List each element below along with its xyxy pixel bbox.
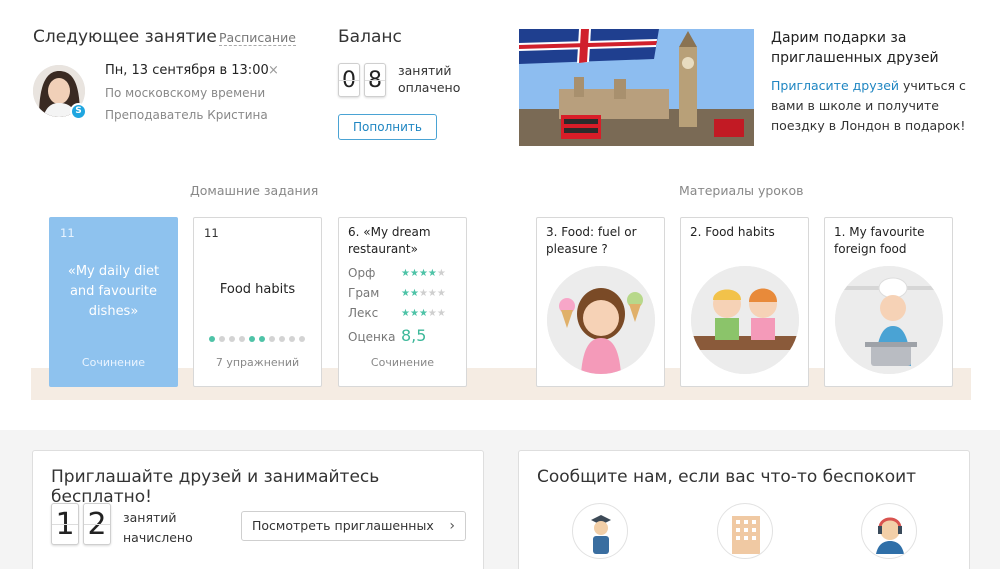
chef-boy-illustration [835,266,943,374]
kids-eating-illustration [691,266,799,374]
progress-dot [249,336,255,342]
star-empty-icon: ★ [427,288,437,299]
progress-dot [259,336,265,342]
homework-card[interactable]: 11 Food habits 7 упражнений [193,217,322,387]
lesson-timezone: По московскому времени [105,86,266,100]
balance-caption-line2: оплачено [398,80,461,95]
rating-stars: ★★★★★ [401,288,446,299]
promo-text: Пригласите друзей учиться с вами в школе… [771,76,996,136]
accrued-caption-line1: занятий [123,510,177,525]
material-card[interactable]: 2. Food habits [680,217,809,387]
progress-dot [219,336,225,342]
material-title: 1. My favourite foreign food [834,225,925,256]
schedule-link[interactable]: Расписание [219,31,296,46]
progress-dot [299,336,305,342]
balance-digit: 8 [364,63,386,97]
london-promo-image[interactable] [519,29,754,146]
star-filled-icon: ★ [401,268,410,279]
next-lesson-title: Следующее занятие [33,27,217,47]
homework-card[interactable]: 6. «My dream restaurant» Орф ★★★★★ Грам … [338,217,467,387]
star-filled-icon: ★ [427,268,437,279]
invite-box-title: Приглашайте друзей и занимайтесь бесплат… [51,467,380,507]
star-empty-icon: ★ [427,308,437,319]
materials-section-label: Материалы уроков [679,183,804,198]
accrued-digit: 1 [51,503,79,545]
skype-icon[interactable]: S [70,103,87,120]
balance-caption: занятий оплачено [398,62,460,96]
material-card[interactable]: 3. Food: fuel or pleasure ? [536,217,665,387]
building-icon[interactable] [717,503,773,559]
score-value: 8,5 [401,326,427,345]
material-title: 2. Food habits [690,225,775,239]
homework-topic: Food habits [219,282,296,297]
homework-topic: «My daily diet and favourite dishes» [67,264,160,319]
star-filled-icon: ★ [401,288,410,299]
star-filled-icon: ★ [409,268,419,279]
homework-exercise-count: 7 упражнений [215,356,300,369]
cancel-lesson-icon[interactable]: × [268,63,279,78]
chevron-right-icon: › [449,518,455,534]
star-filled-icon: ★ [418,268,428,279]
rating-stars: ★★★★★ [401,268,446,279]
homework-type: Сочинение [370,356,435,369]
dashboard-panel: Следующее занятие Расписание S Пн, 13 се… [0,0,1000,430]
accrued-caption-line2: начислено [123,530,193,545]
star-empty-icon: ★ [418,288,428,299]
teacher-icon[interactable] [572,503,628,559]
homework-lesson-number: 11 [204,226,219,240]
rating-stars: ★★★★★ [401,308,446,319]
star-empty-icon: ★ [436,288,446,299]
accrued-caption: занятий начислено [123,508,193,548]
progress-dot [229,336,235,342]
view-invited-label: Посмотреть приглашенных [252,518,434,533]
rating-label: Грам [348,286,380,300]
star-filled-icon: ★ [409,308,419,319]
progress-dot [269,336,275,342]
progress-dot [289,336,295,342]
score-label: Оценка [348,330,396,344]
rating-label: Лекс [348,306,379,320]
homework-topic: 6. «My dream restaurant» [348,225,431,256]
homework-section-label: Домашние задания [190,183,319,198]
accrued-digit: 2 [83,503,111,545]
balance-digit: 0 [338,63,360,97]
progress-dot [239,336,245,342]
view-invited-button[interactable]: Посмотреть приглашенных › [241,511,466,541]
balance-title: Баланс [338,27,402,47]
material-card[interactable]: 1. My favourite foreign food [824,217,953,387]
homework-type: Сочинение [81,356,146,369]
star-empty-icon: ★ [436,268,446,279]
homework-lesson-number: 11 [60,226,75,240]
exercise-progress-dots [209,336,305,342]
progress-dot [209,336,215,342]
promo-title: Дарим подарки за приглашенных друзей [771,30,939,66]
feedback-box: Сообщите нам, если вас что-то беспокоит [518,450,970,569]
refill-button[interactable]: Пополнить [338,114,437,140]
invite-friends-link[interactable]: Пригласите друзей [771,78,899,93]
star-empty-icon: ★ [436,308,446,319]
star-filled-icon: ★ [418,308,428,319]
invite-friends-box: Приглашайте друзей и занимайтесь бесплат… [32,450,484,569]
lesson-date: Пн, 13 сентября в 13:00 [105,63,269,78]
material-title: 3. Food: fuel or pleasure ? [546,225,637,256]
star-filled-icon: ★ [401,308,410,319]
feedback-box-title: Сообщите нам, если вас что-то беспокоит [537,467,917,487]
lesson-teacher: Преподаватель Кристина [105,108,268,122]
homework-card[interactable]: 11 «My daily diet and favourite dishes» … [49,217,178,387]
girl-icecream-illustration [547,266,655,374]
balance-caption-line1: занятий [398,63,452,78]
star-filled-icon: ★ [409,288,419,299]
progress-dot [279,336,285,342]
support-agent-icon[interactable] [861,503,917,559]
rating-label: Орф [348,266,376,280]
